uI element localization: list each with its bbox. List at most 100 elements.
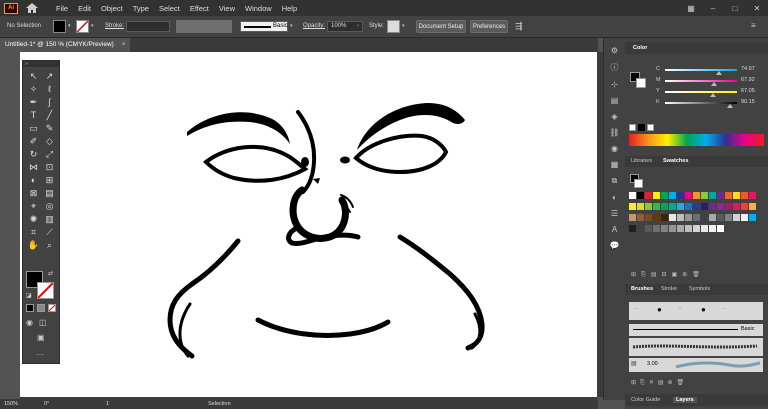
draw-mode-icon[interactable]: ◫	[39, 318, 47, 327]
color-swatch[interactable]	[725, 192, 732, 199]
blend-tool-icon[interactable]: ◎	[44, 201, 55, 212]
preferences-button[interactable]: Preferences	[470, 20, 508, 33]
free-transform-tool-icon[interactable]: ⊡	[44, 162, 55, 173]
rotate-tool-icon[interactable]: ↻	[28, 149, 39, 160]
color-swatch[interactable]	[749, 214, 756, 221]
menu-edit[interactable]: Edit	[78, 4, 91, 13]
color-swatch[interactable]	[661, 203, 668, 210]
cmyk-slider-knob[interactable]	[710, 93, 717, 97]
color-swatch[interactable]	[629, 203, 636, 210]
graphic-style-swatch[interactable]	[387, 20, 400, 33]
tab-color[interactable]: Color	[633, 45, 647, 51]
slice-tool-icon[interactable]: ⟋	[44, 227, 55, 238]
tab-brushes[interactable]: Brushes	[631, 286, 653, 292]
gradient-mode-icon[interactable]	[37, 304, 45, 312]
cmyk-slider-knob[interactable]	[726, 104, 733, 108]
comments-icon[interactable]: 💬	[610, 241, 620, 250]
rectangle-tool-icon[interactable]: ▭	[28, 123, 39, 134]
pathfinder-icon[interactable]: ⧉	[612, 176, 618, 186]
color-swatch[interactable]	[717, 192, 724, 199]
minimize-icon[interactable]: –	[702, 4, 724, 13]
appearance-icon[interactable]: ◉	[611, 144, 618, 153]
type-tool-icon[interactable]: T	[28, 110, 39, 121]
color-swatch[interactable]	[733, 214, 740, 221]
eraser-tool-icon[interactable]: ◇	[44, 136, 55, 147]
transparency-icon[interactable]: ◐	[612, 193, 617, 202]
color-swatch[interactable]	[717, 203, 724, 210]
tab-swatches[interactable]: Swatches	[663, 158, 688, 164]
color-swatch[interactable]	[709, 203, 716, 210]
brush-tips-row[interactable]: · ● · ● ·	[629, 302, 763, 320]
color-swatch[interactable]	[709, 214, 716, 221]
fill-swatch[interactable]	[53, 20, 66, 33]
menu-object[interactable]: Object	[101, 4, 123, 13]
links-icon[interactable]: ⛓	[609, 128, 619, 137]
tab-stroke[interactable]: Stroke	[661, 286, 677, 292]
color-swatch[interactable]	[677, 192, 684, 199]
color-swatch[interactable]	[717, 225, 724, 232]
arrange-documents-icon[interactable]: ⇶	[515, 21, 523, 32]
color-swatch[interactable]	[693, 203, 700, 210]
shaper-tool-icon[interactable]: ✐	[28, 136, 39, 147]
menu-view[interactable]: View	[219, 4, 235, 13]
color-swatch[interactable]	[677, 214, 684, 221]
color-swatch[interactable]	[701, 225, 708, 232]
swatches-panel-footer-icons[interactable]: ⊞⎘▤⊟▣⊕🗑	[631, 271, 705, 279]
color-swatch[interactable]	[645, 192, 652, 199]
zoom-tool-icon[interactable]: ⌕	[44, 240, 55, 251]
color-swatch[interactable]	[685, 203, 692, 210]
color-swatch[interactable]	[661, 192, 668, 199]
menu-window[interactable]: Window	[245, 4, 272, 13]
perspective-grid-tool-icon[interactable]: ⊞	[44, 175, 55, 186]
cmyk-value-k[interactable]: 90.15	[741, 99, 755, 105]
chevron-right-icon[interactable]: ›	[357, 23, 359, 29]
basic-brush-row[interactable]: Basic	[629, 324, 763, 336]
chevron-down-icon[interactable]: ▾	[290, 23, 293, 29]
rotation-angle[interactable]: 0°	[44, 401, 49, 407]
color-swatch[interactable]	[717, 214, 724, 221]
properties-icon[interactable]: ⚙	[611, 46, 618, 55]
stroke-weight-field[interactable]	[126, 21, 170, 32]
charcoal-brush-row[interactable]	[629, 338, 763, 356]
color-swatch[interactable]	[709, 192, 716, 199]
cmyk-slider-knob[interactable]	[716, 71, 722, 75]
info-icon[interactable]: ⓘ	[611, 62, 619, 73]
eyedropper-tool-icon[interactable]: ⌖	[28, 201, 39, 212]
selection-tool-icon[interactable]: ↖	[28, 71, 39, 82]
color-swatch[interactable]	[749, 192, 756, 199]
color-spectrum-bar[interactable]	[629, 134, 764, 146]
color-swatch[interactable]	[645, 225, 652, 232]
color-mode-icon[interactable]	[26, 304, 34, 312]
color-swatch[interactable]	[637, 214, 644, 221]
calligraphic-brush-row[interactable]: ▤ 3.00	[629, 358, 763, 372]
color-stroke-box[interactable]	[636, 78, 646, 88]
color-swatch[interactable]	[669, 214, 676, 221]
edit-toolbar-icon[interactable]: ···	[36, 350, 44, 359]
close-icon[interactable]: ✕	[746, 4, 768, 13]
variable-width-profile[interactable]	[176, 20, 232, 33]
color-swatch[interactable]	[741, 203, 748, 210]
pen-tool-icon[interactable]: ✒	[28, 97, 39, 108]
color-swatch[interactable]	[741, 214, 748, 221]
white-color-swatch[interactable]	[647, 124, 654, 131]
color-swatch[interactable]	[645, 203, 652, 210]
zoom-level[interactable]: 150%	[4, 401, 18, 407]
color-swatch[interactable]	[701, 214, 708, 221]
menu-effect[interactable]: Effect	[190, 4, 209, 13]
gradient-tool-icon[interactable]: ▤	[44, 188, 55, 199]
document-setup-button[interactable]: Document Setup	[416, 20, 466, 33]
color-swatch[interactable]	[693, 225, 700, 232]
tab-libraries[interactable]: Libraries	[631, 158, 652, 164]
color-swatch[interactable]	[629, 214, 636, 221]
stroke-swatch[interactable]	[76, 20, 89, 33]
brush-definition[interactable]: Basic	[240, 21, 288, 32]
magic-wand-tool-icon[interactable]: ✧	[28, 84, 39, 95]
menu-select[interactable]: Select	[159, 4, 180, 13]
menu-help[interactable]: Help	[282, 4, 297, 13]
opacity-label[interactable]: Opacity:	[303, 23, 325, 29]
document-tab[interactable]: Untitled-1* @ 150 % (CMYK/Preview) ×	[0, 38, 130, 52]
paintbrush-tool-icon[interactable]: ✎	[44, 123, 55, 134]
color-swatch[interactable]	[661, 214, 668, 221]
menu-type[interactable]: Type	[133, 4, 149, 13]
artboard-canvas[interactable]	[20, 52, 597, 397]
